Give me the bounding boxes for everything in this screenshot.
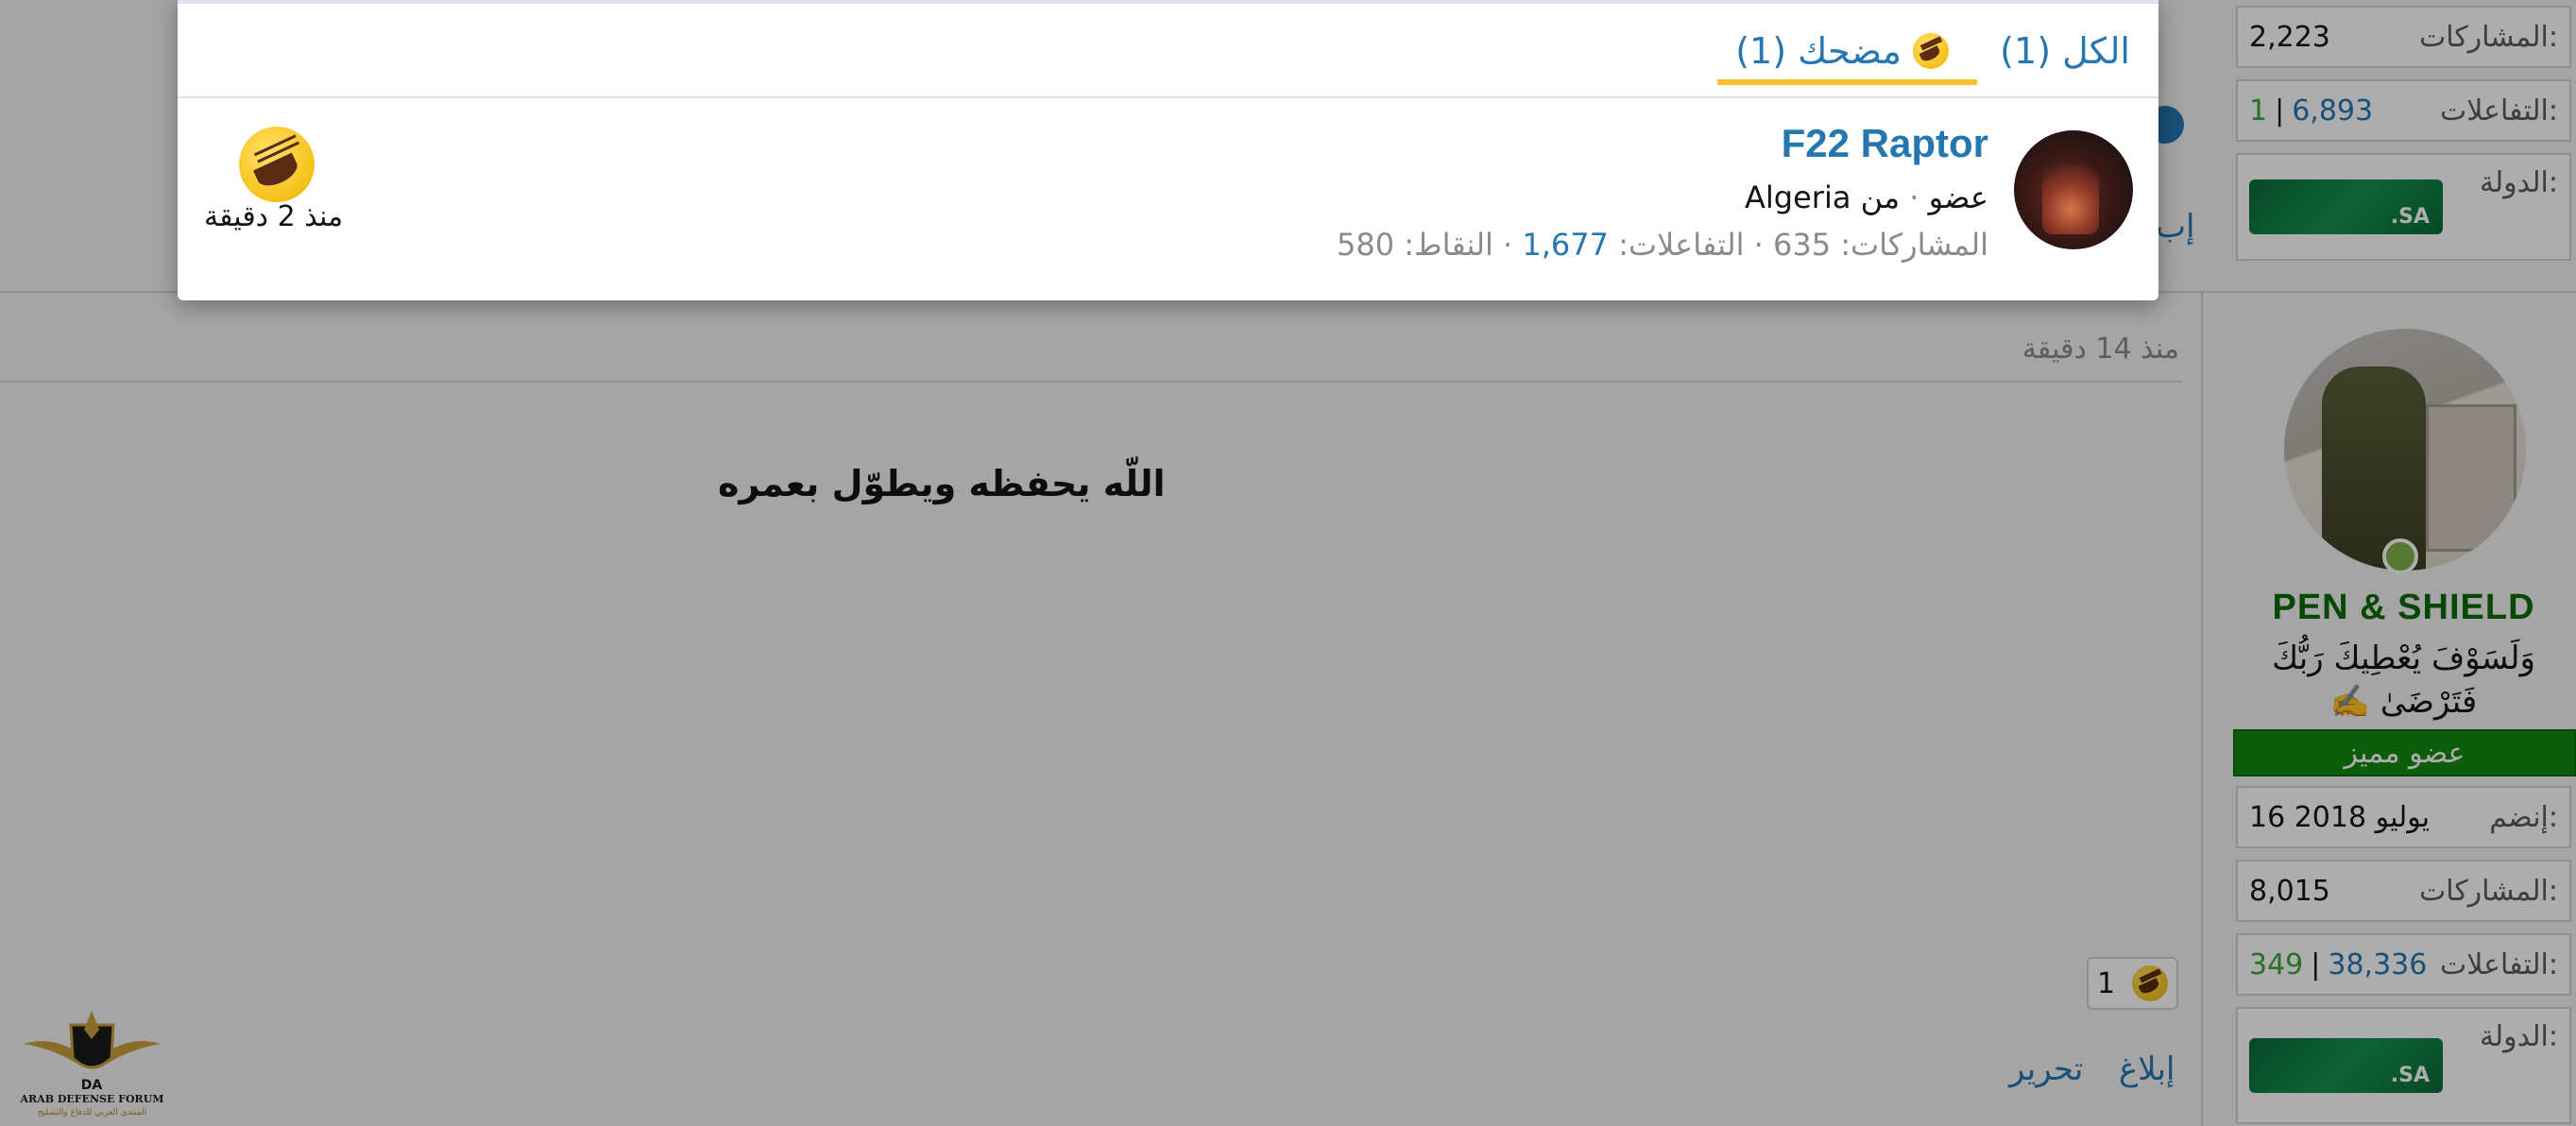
reactor-avatar[interactable] (2014, 130, 2133, 249)
reactor-reactions-label: التفاعلات: (1618, 227, 1745, 263)
reactor-dot-sep: · (1900, 179, 1919, 215)
reactor-stats-sep2: · (1493, 227, 1513, 263)
reactor-role: عضو (1928, 179, 1988, 215)
reactor-posts-value: 635 (1772, 227, 1832, 263)
reactions-modal: الكل (1) مضحك (1) F22 Raptor عضو · من Al… (178, 0, 2158, 300)
laughing-emoji-icon (1913, 33, 1949, 69)
tab-all-reactions[interactable]: الكل (1) (2000, 17, 2130, 85)
reactor-stats-line: المشاركات: 635 · التفاعلات: 1,677 · النق… (1337, 227, 1988, 263)
reactor-username[interactable]: F22 Raptor (1782, 121, 1988, 166)
reactor-location: Algeria (1745, 179, 1851, 215)
reaction-timestamp: منذ 2 دقيقة (204, 200, 344, 233)
reactor-points-value: 580 (1336, 227, 1395, 263)
reactor-posts-label: المشاركات: (1840, 227, 1988, 263)
laughing-emoji-icon (239, 127, 315, 202)
reactor-stats-sep1: · (1744, 227, 1764, 263)
reactor-from-label: من (1860, 179, 1901, 215)
reactor-points-label: النقاط: (1404, 227, 1493, 263)
avatar-figure-shape (2042, 149, 2099, 234)
reactor-reactions-value: 1,677 (1522, 227, 1609, 263)
modal-tabs-divider (178, 96, 2158, 98)
tab-laugh-label: مضحك (1) (1735, 30, 1902, 72)
tab-laugh-reactions[interactable]: مضحك (1) (1735, 17, 1949, 85)
reactor-role-line: عضو · من Algeria (1745, 179, 1988, 215)
active-tab-indicator (1717, 79, 1977, 85)
modal-header-strip (178, 0, 2158, 4)
